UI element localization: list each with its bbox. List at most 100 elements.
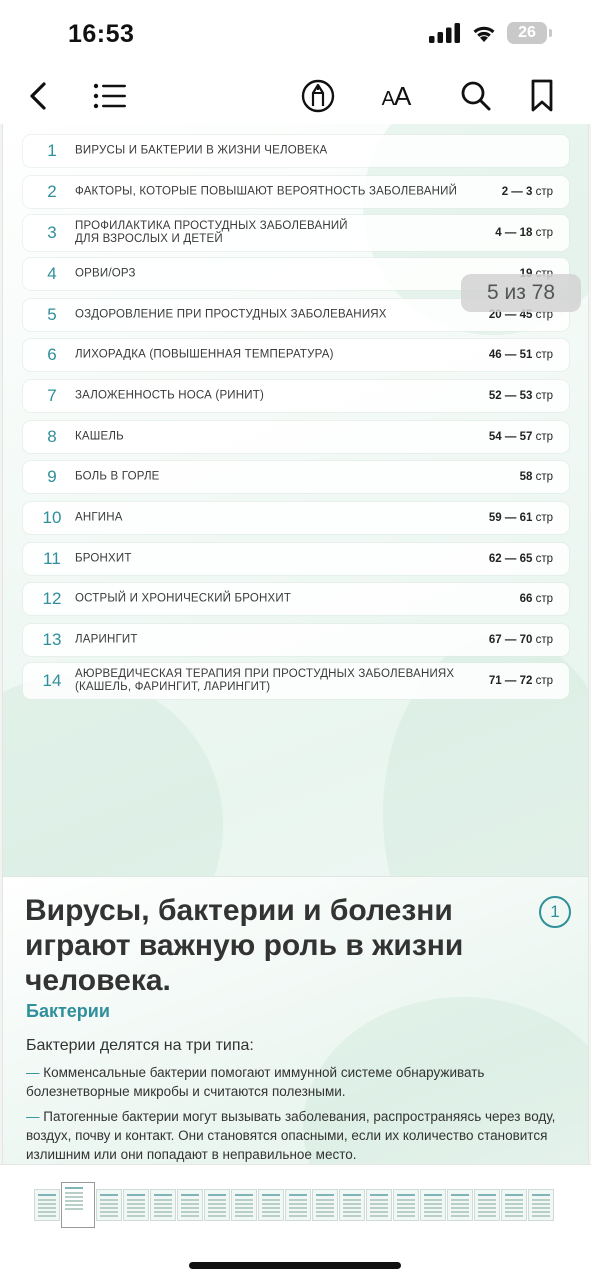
- page-thumbnail[interactable]: [34, 1189, 60, 1221]
- toc-item-title: ОЗДОРОВЛЕНИЕ ПРИ ПРОСТУДНЫХ ЗАБОЛЕВАНИЯХ: [75, 308, 387, 321]
- toc-item-title: АЮРВЕДИЧЕСКАЯ ТЕРАПИЯ ПРИ ПРОСТУДНЫХ ЗАБ…: [75, 668, 455, 693]
- toc-item-pages: 54 — 57 стр: [488, 431, 553, 443]
- toc-item-pages: 52 — 53 стр: [488, 390, 553, 402]
- annotate-button[interactable]: [298, 72, 338, 120]
- bullet-item: — Патогенные бактерии могут вызывать заб…: [26, 1109, 556, 1162]
- toc-item[interactable]: 1 ВИРУСЫ И БАКТЕРИИ В ЖИЗНИ ЧЕЛОВЕКА: [23, 135, 569, 167]
- toc-item-number: 12: [42, 589, 62, 608]
- page-thumbnail[interactable]: [474, 1189, 500, 1221]
- toc-item-number: 7: [47, 386, 57, 405]
- toc-item-title: ФАКТОРЫ, КОТОРЫЕ ПОВЫШАЮТ ВЕРОЯТНОСТЬ ЗА…: [75, 185, 458, 198]
- toc-item[interactable]: 10 АНГИНА 59 — 61 стр: [23, 502, 569, 534]
- bookmark-icon: [531, 79, 553, 112]
- page-thumbnail[interactable]: [447, 1189, 473, 1221]
- page-thumbnail[interactable]: [501, 1189, 527, 1221]
- page-thumbnail[interactable]: [393, 1189, 419, 1221]
- section-subheading: Бактерии: [26, 1001, 110, 1021]
- reader-toolbar: AA: [0, 72, 591, 124]
- toc-item-title: ЛИХОРАДКА (ПОВЫШЕННАЯ ТЕМПЕРАТУРА): [75, 348, 334, 361]
- page-thumbnail[interactable]: [231, 1189, 257, 1221]
- search-icon: [461, 81, 491, 111]
- toc-item[interactable]: 13 ЛАРИНГИТ 67 — 70 стр: [23, 624, 569, 656]
- page-thumbnail[interactable]: [366, 1189, 392, 1221]
- bullet-text: Патогенные бактерии могут вызывать забол…: [26, 1109, 556, 1162]
- toc-item-title: ЛАРИНГИТ: [75, 633, 138, 646]
- toc-item-title: КАШЕЛЬ: [75, 430, 124, 443]
- toc-item-pages: 59 — 61 стр: [488, 512, 553, 524]
- toc-item[interactable]: 9 БОЛЬ В ГОРЛЕ 58 стр: [23, 461, 569, 493]
- wifi-icon: [473, 26, 495, 42]
- toc-item-number: 14: [42, 671, 62, 690]
- font-size-button[interactable]: AA: [374, 72, 418, 120]
- page-thumbnail[interactable]: [420, 1189, 446, 1221]
- toc-item-number: 10: [42, 508, 62, 527]
- bullet-text: Комменсальные бактерии помогают иммунной…: [26, 1065, 485, 1099]
- toc-item-number: 3: [47, 223, 57, 242]
- toc-item-number: 13: [42, 630, 62, 649]
- toc-item[interactable]: 14 АЮРВЕДИЧЕСКАЯ ТЕРАПИЯ ПРИ ПРОСТУДНЫХ …: [23, 663, 569, 699]
- page-thumbnail[interactable]: [258, 1189, 284, 1221]
- back-chevron-icon: [30, 82, 46, 110]
- toc-item-title: ВИРУСЫ И БАКТЕРИИ В ЖИЗНИ ЧЕЛОВЕКА: [75, 144, 328, 157]
- toc-item-number: 4: [47, 264, 57, 283]
- font-size-label: AA: [381, 80, 412, 111]
- page-thumbnail[interactable]: [96, 1189, 122, 1221]
- toc-item-number: 11: [43, 549, 61, 568]
- toc-item-number: 2: [47, 182, 57, 201]
- toc-item-number: 9: [47, 467, 57, 486]
- page-thumbnail[interactable]: [150, 1189, 176, 1221]
- home-indicator[interactable]: [189, 1262, 401, 1269]
- toc-item-pages: 46 — 51 стр: [488, 349, 553, 361]
- status-bar: 16:53 26: [0, 0, 591, 70]
- toc-item[interactable]: 3 ПРОФИЛАКТИКА ПРОСТУДНЫХ ЗАБОЛЕВАНИЙ ДЛ…: [23, 215, 569, 251]
- toc-item-number: 5: [47, 305, 57, 324]
- signal-icon: [429, 23, 460, 43]
- toc-item-number: 1: [47, 141, 57, 160]
- toc-item-pages: 66 стр: [519, 593, 553, 605]
- document-viewport[interactable]: 1 ВИРУСЫ И БАКТЕРИИ В ЖИЗНИ ЧЕЛОВЕКА 2 Ф…: [0, 124, 591, 1164]
- toc-item-pages: 62 — 65 стр: [488, 553, 553, 565]
- page-thumbnail[interactable]: [204, 1189, 230, 1221]
- page-thumbnail[interactable]: [285, 1189, 311, 1221]
- toc-item-title: БОЛЬ В ГОРЛЕ: [75, 470, 160, 483]
- thumbnail-list: [34, 1182, 554, 1228]
- bookmark-button[interactable]: [524, 72, 560, 120]
- toc-item[interactable]: 11 БРОНХИТ 62 — 65 стр: [23, 543, 569, 575]
- status-icons: 26: [429, 22, 552, 44]
- toc-item-pages: 2 — 3 стр: [501, 186, 553, 198]
- battery-icon: 26: [507, 22, 552, 44]
- document-page-chapter: Вирусы, бактерии и болезни играют важную…: [2, 876, 589, 1164]
- toc-button[interactable]: [90, 72, 130, 120]
- table-of-contents-icon: [93, 83, 126, 109]
- document-page-toc: 1 ВИРУСЫ И БАКТЕРИИ В ЖИЗНИ ЧЕЛОВЕКА 2 Ф…: [2, 124, 589, 994]
- toc-item-title: ПРОФИЛАКТИКА ПРОСТУДНЫХ ЗАБОЛЕВАНИЙ ДЛЯ …: [75, 220, 348, 245]
- page-thumbnail-current[interactable]: [61, 1182, 95, 1228]
- chapter-number-badge: 1: [539, 896, 571, 928]
- toc-item[interactable]: 6 ЛИХОРАДКА (ПОВЫШЕННАЯ ТЕМПЕРАТУРА) 46 …: [23, 339, 569, 371]
- search-button[interactable]: [456, 72, 496, 120]
- back-button[interactable]: [20, 72, 56, 120]
- toc-item-pages: 71 — 72 стр: [488, 675, 553, 687]
- toc-item[interactable]: 8 КАШЕЛЬ 54 — 57 стр: [23, 421, 569, 453]
- toc-item-title: ОРВИ/ОРЗ: [75, 267, 136, 280]
- page-thumbnail[interactable]: [177, 1189, 203, 1221]
- toc-item-pages: 67 — 70 стр: [488, 634, 553, 646]
- toc-item-number: 6: [47, 345, 57, 364]
- toc-item[interactable]: 7 ЗАЛОЖЕННОСТЬ НОСА (РИНИТ) 52 — 53 стр: [23, 380, 569, 412]
- toc-item[interactable]: 12 ОСТРЫЙ И ХРОНИЧЕСКИЙ БРОНХИТ 66 стр: [23, 583, 569, 615]
- toc-item[interactable]: 2 ФАКТОРЫ, КОТОРЫЕ ПОВЫШАЮТ ВЕРОЯТНОСТЬ …: [23, 176, 569, 208]
- chapter-heading: Вирусы, бактерии и болезни играют важную…: [25, 894, 464, 997]
- page-thumbnail[interactable]: [528, 1189, 554, 1221]
- section-lead: Бактерии делятся на три типа:: [26, 1037, 254, 1054]
- status-time: 16:53: [68, 20, 135, 48]
- page-thumbnail[interactable]: [312, 1189, 338, 1221]
- page-indicator: 5 из 78: [461, 274, 581, 312]
- page-thumbnail[interactable]: [123, 1189, 149, 1221]
- page-thumbnail-strip[interactable]: [0, 1164, 591, 1250]
- toc-item-pages: 58 стр: [519, 471, 553, 483]
- annotate-pen-icon: [301, 79, 335, 113]
- bullet-item: — Комменсальные бактерии помогают иммунн…: [26, 1065, 485, 1099]
- toc-item-title: ОСТРЫЙ И ХРОНИЧЕСКИЙ БРОНХИТ: [75, 592, 292, 605]
- page-thumbnail[interactable]: [339, 1189, 365, 1221]
- toc-item-pages: 4 — 18 стр: [495, 227, 553, 239]
